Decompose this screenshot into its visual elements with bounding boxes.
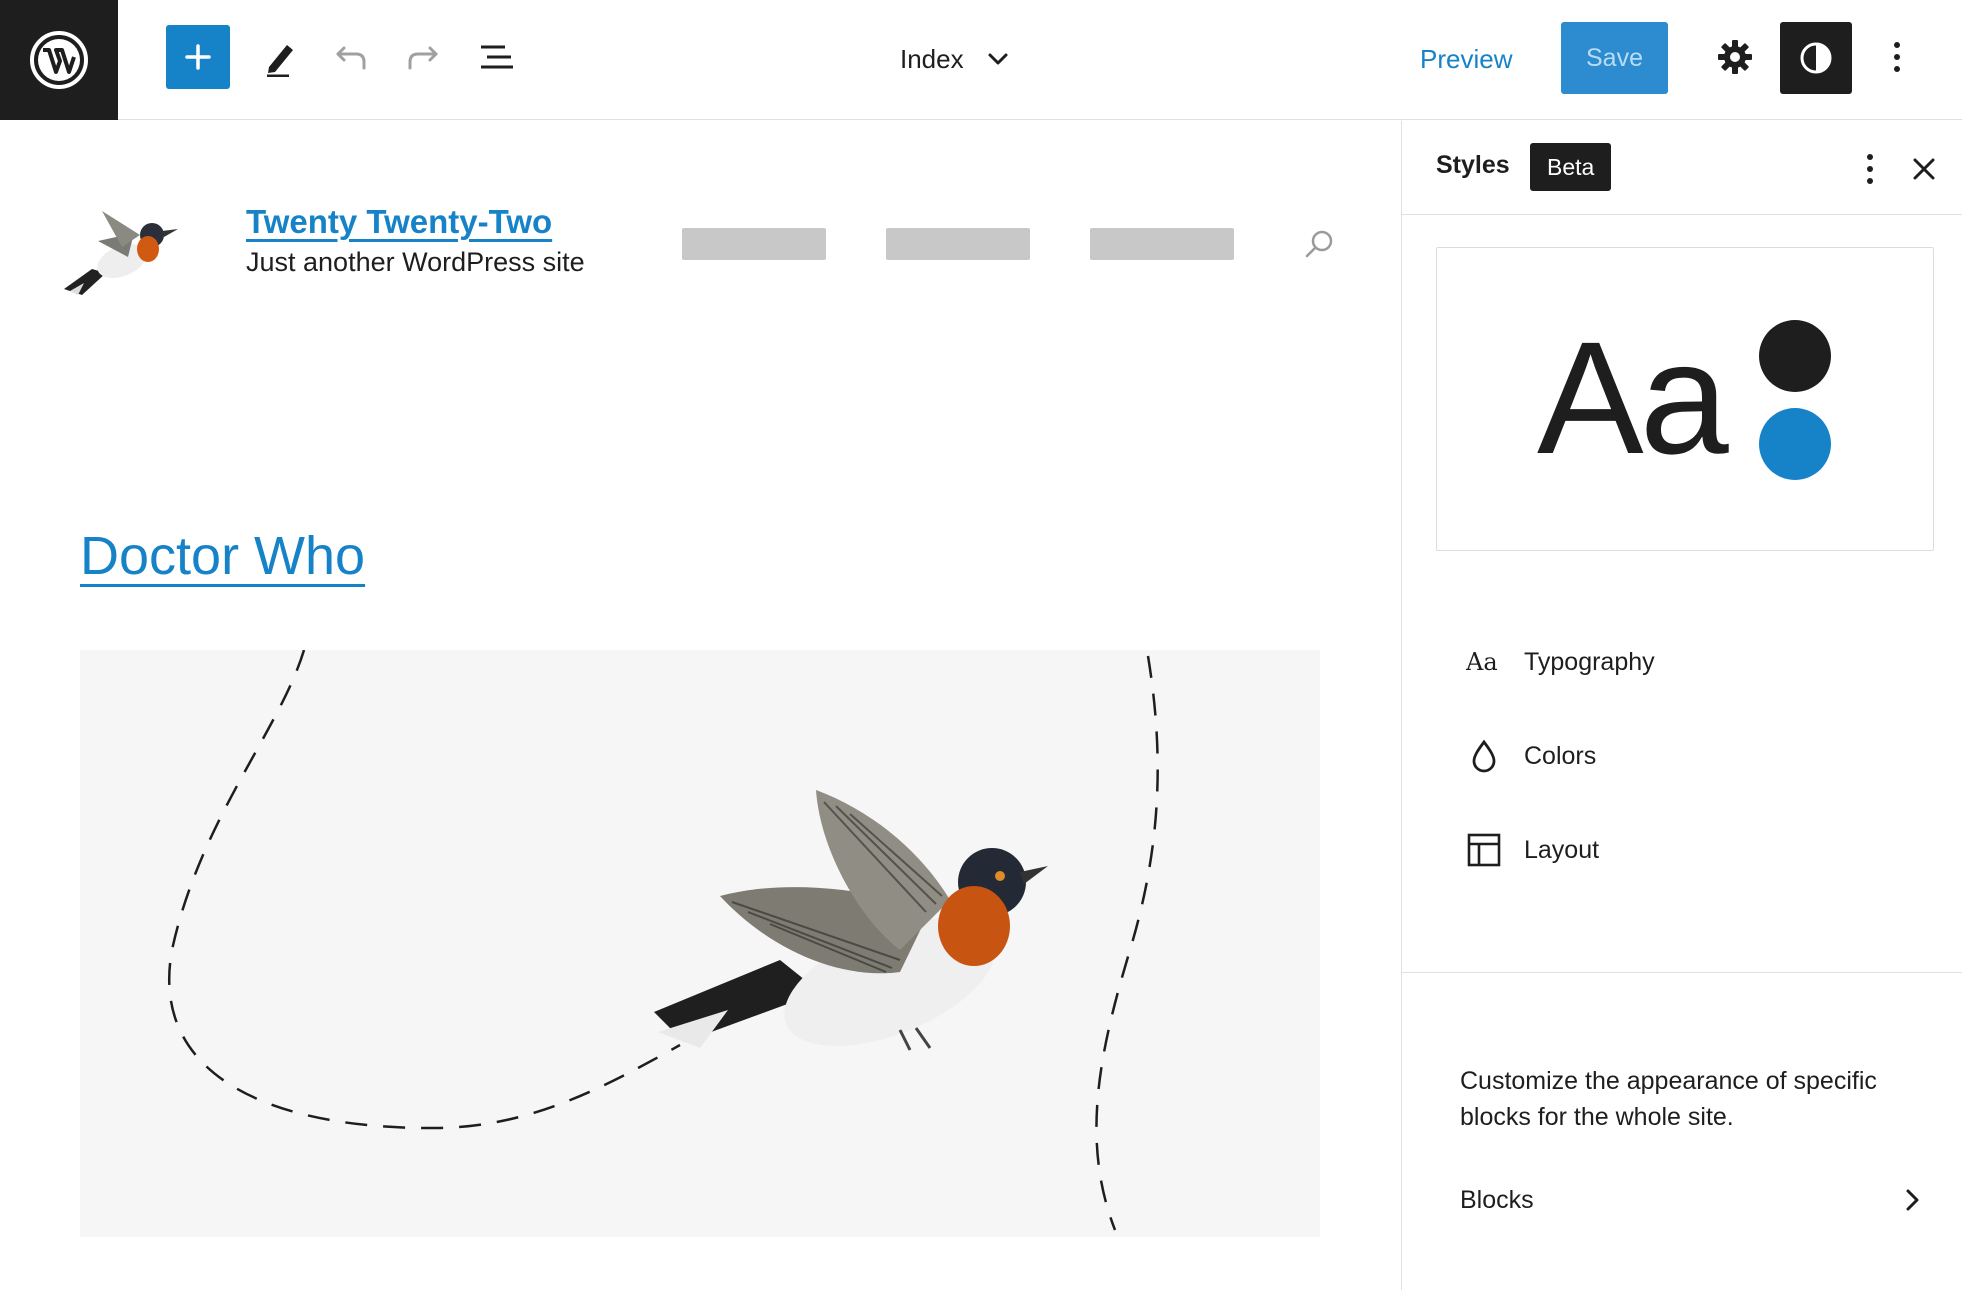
blocks-description: Customize the appearance of specific blo… — [1460, 1067, 1877, 1131]
editor-toolbar: Index Preview Save — [0, 0, 1962, 120]
wordpress-logo-button[interactable] — [0, 0, 118, 120]
vertical-ellipsis-icon — [1867, 154, 1873, 184]
blocks-menu-item[interactable]: Blocks — [1460, 1175, 1924, 1225]
primary-color-swatch — [1759, 320, 1831, 392]
undo-button[interactable] — [324, 30, 378, 84]
nav-item-placeholder[interactable] — [682, 228, 826, 260]
accent-color-swatch — [1759, 408, 1831, 480]
styles-sidebar: Styles Beta Aa Aa Typography Colors Layo… — [1401, 121, 1962, 1290]
settings-button[interactable] — [1708, 30, 1762, 84]
save-button[interactable]: Save — [1561, 22, 1668, 94]
layout-label: Layout — [1524, 835, 1600, 864]
flying-bird-illustration — [168, 650, 1159, 1231]
pencil-icon — [267, 45, 293, 77]
more-options-button[interactable] — [1870, 30, 1924, 84]
gear-icon — [1718, 40, 1752, 74]
vertical-ellipsis-icon — [1894, 42, 1900, 72]
plus-icon — [185, 44, 211, 70]
close-icon — [1913, 158, 1935, 180]
list-view-button[interactable] — [470, 30, 524, 84]
typography-icon: Aa — [1466, 644, 1502, 680]
svg-text:Aa: Aa — [1466, 648, 1498, 676]
editor-canvas: Twenty Twenty-Two Just another WordPress… — [0, 121, 1401, 1290]
chevron-down-icon — [988, 53, 1008, 65]
typography-menu-item[interactable]: Aa Typography — [1466, 637, 1655, 687]
sidebar-divider — [1402, 972, 1962, 973]
document-title: Index — [900, 43, 964, 74]
sidebar-header: Styles Beta — [1402, 121, 1962, 215]
half-circle-contrast-icon — [1800, 42, 1832, 74]
wordpress-logo-icon — [30, 31, 88, 89]
add-block-button[interactable] — [166, 25, 230, 89]
site-tagline: Just another WordPress site — [246, 247, 585, 277]
post-title[interactable]: Doctor Who — [80, 525, 365, 587]
site-title[interactable]: Twenty Twenty-Two — [246, 203, 552, 241]
search-icon — [1305, 230, 1333, 258]
sidebar-title: Styles — [1436, 151, 1510, 179]
style-preview-card[interactable]: Aa — [1436, 247, 1934, 551]
styles-toggle-button[interactable] — [1780, 22, 1852, 94]
droplet-icon — [1466, 738, 1502, 774]
colors-menu-item[interactable]: Colors — [1466, 731, 1596, 781]
list-view-icon — [481, 45, 513, 69]
bird-logo-image — [64, 211, 178, 295]
nav-search-button[interactable] — [1302, 227, 1336, 261]
undo-icon — [336, 46, 366, 70]
tools-button[interactable] — [252, 30, 306, 84]
blocks-label: Blocks — [1460, 1185, 1534, 1214]
close-sidebar-button[interactable] — [1902, 147, 1946, 191]
beta-badge: Beta — [1530, 143, 1612, 191]
site-logo[interactable] — [62, 191, 180, 301]
chevron-right-icon — [1906, 1189, 1919, 1211]
document-title-dropdown[interactable]: Index — [900, 32, 1010, 86]
layout-icon — [1466, 832, 1502, 868]
typography-sample: Aa — [1537, 308, 1729, 487]
layout-menu-item[interactable]: Layout — [1466, 825, 1599, 875]
nav-item-placeholder[interactable] — [886, 228, 1030, 260]
redo-icon — [408, 46, 438, 70]
nav-item-placeholder[interactable] — [1090, 228, 1234, 260]
colors-label: Colors — [1524, 741, 1597, 770]
typography-label: Typography — [1524, 647, 1655, 676]
preview-button[interactable]: Preview — [1420, 32, 1512, 86]
sidebar-more-button[interactable] — [1848, 147, 1892, 191]
redo-button[interactable] — [396, 30, 450, 84]
featured-image[interactable] — [80, 650, 1320, 1237]
